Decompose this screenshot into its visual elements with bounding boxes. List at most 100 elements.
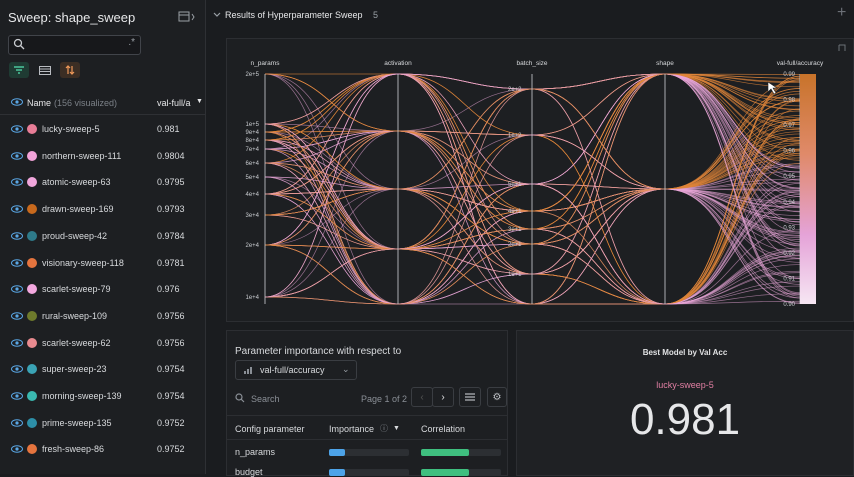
run-color-dot[interactable]: [27, 124, 37, 134]
run-name[interactable]: proud-sweep-42: [42, 231, 107, 241]
eye-icon[interactable]: [11, 418, 23, 427]
add-panel-icon[interactable]: +: [837, 4, 846, 22]
run-row[interactable]: rural-sweep-109 0.9756: [0, 304, 205, 330]
settings-button[interactable]: ⚙: [487, 387, 507, 407]
run-color-dot[interactable]: [27, 204, 37, 215]
run-color-dot[interactable]: [27, 337, 37, 348]
name-column-label[interactable]: Name: [27, 98, 51, 108]
run-row[interactable]: atomic-sweep-63 0.9795: [0, 170, 205, 196]
eye-icon[interactable]: [11, 231, 23, 240]
eye-icon[interactable]: [11, 392, 23, 400]
axis-title: activation: [384, 60, 412, 67]
run-color-dot[interactable]: [27, 257, 37, 268]
run-name[interactable]: prime-sweep-135: [42, 418, 112, 428]
columns-button[interactable]: [459, 387, 481, 407]
importance-header[interactable]: Importance: [329, 424, 374, 434]
config-parameter-header[interactable]: Config parameter: [235, 424, 305, 434]
run-row[interactable]: morning-sweep-139 0.9754: [0, 384, 205, 410]
correlation-header[interactable]: Correlation: [421, 424, 465, 434]
run-row[interactable]: prime-sweep-135 0.9752: [0, 411, 205, 437]
eye-icon[interactable]: [11, 285, 23, 293]
search-icon: [235, 393, 245, 403]
eye-icon[interactable]: [11, 178, 23, 187]
best-run-name[interactable]: lucky-sweep-5: [517, 380, 853, 390]
collapse-table-icon[interactable]: [178, 11, 196, 23]
importance-title: Parameter importance with respect to: [235, 346, 402, 357]
run-line[interactable]: [264, 123, 801, 305]
run-line[interactable]: [264, 123, 801, 305]
chevron-down-icon[interactable]: [213, 12, 221, 18]
next-page-button[interactable]: ›: [432, 387, 454, 407]
prev-page-button[interactable]: ‹: [411, 387, 433, 407]
eye-icon[interactable]: [11, 258, 23, 267]
run-line[interactable]: [264, 124, 801, 212]
best-model-panel: Best Model by Val Acc lucky-sweep-5 0.98…: [516, 330, 854, 476]
page-indicator: Page 1 of 2: [361, 394, 408, 404]
n-params-tick: 1e+5: [245, 122, 259, 128]
eye-icon[interactable]: [11, 98, 23, 106]
run-row[interactable]: drawn-sweep-169 0.9793: [0, 197, 205, 223]
run-row[interactable]: scarlet-sweep-79 0.976: [0, 277, 205, 303]
main-panel: Results of Hyperparameter Sweep 5 + n_pa…: [206, 0, 854, 477]
run-color-dot[interactable]: [27, 444, 37, 455]
axis-title: batch_size: [516, 60, 547, 67]
parallel-coordinates-chart[interactable]: n_params activation batch_size shape val-ful…: [227, 39, 853, 321]
run-name[interactable]: visionary-sweep-118: [42, 258, 124, 268]
sort-desc-icon[interactable]: ▼: [393, 425, 400, 432]
run-name[interactable]: super-sweep-23: [42, 364, 107, 374]
chevron-down-icon[interactable]: ▼: [196, 98, 203, 105]
run-name[interactable]: drawn-sweep-169: [42, 204, 114, 214]
run-line[interactable]: [264, 123, 801, 305]
run-color-dot[interactable]: [27, 284, 37, 295]
eye-icon[interactable]: [11, 312, 23, 320]
run-color-dot[interactable]: [27, 230, 37, 241]
eye-icon[interactable]: [11, 365, 23, 374]
eye-icon[interactable]: [11, 125, 23, 133]
filter-button[interactable]: [9, 62, 29, 78]
run-line[interactable]: [264, 123, 801, 305]
info-icon[interactable]: ⓘ: [380, 423, 388, 434]
run-color-dot[interactable]: [27, 310, 37, 321]
run-row[interactable]: lucky-sweep-5 0.981: [0, 117, 205, 143]
run-color-dot[interactable]: [27, 364, 37, 375]
run-name[interactable]: morning-sweep-139: [42, 391, 122, 401]
run-name[interactable]: scarlet-sweep-62: [42, 338, 111, 348]
run-row[interactable]: super-sweep-23 0.9754: [0, 357, 205, 383]
run-metric-value: 0.9795: [157, 177, 185, 188]
run-color-dot[interactable]: [27, 391, 37, 401]
run-row[interactable]: proud-sweep-42 0.9784: [0, 224, 205, 250]
run-name[interactable]: lucky-sweep-5: [42, 124, 100, 134]
run-row[interactable]: visionary-sweep-118 0.9781: [0, 251, 205, 277]
group-button[interactable]: [35, 62, 55, 78]
n-params-tick: 2e+4: [245, 243, 259, 249]
run-row[interactable]: scarlet-sweep-62 0.9756: [0, 331, 205, 357]
config-parameter-name: n_params: [235, 447, 276, 457]
section-title[interactable]: Results of Hyperparameter Sweep: [225, 10, 363, 20]
regex-toggle-icon[interactable]: .*: [128, 37, 135, 48]
run-color-dot[interactable]: [27, 150, 37, 161]
parallel-coordinates-panel[interactable]: n_params activation batch_size shape val-ful…: [226, 38, 854, 322]
sort-button[interactable]: [60, 62, 80, 78]
run-name[interactable]: scarlet-sweep-79: [42, 284, 111, 294]
importance-search-input[interactable]: Search: [251, 394, 280, 404]
run-color-dot[interactable]: [27, 177, 37, 188]
expand-icon[interactable]: [838, 44, 846, 51]
run-metric-value: 0.9804: [157, 150, 185, 161]
accuracy-tick: 0.95: [783, 174, 795, 180]
eye-icon[interactable]: [11, 205, 23, 213]
run-name[interactable]: rural-sweep-109: [42, 311, 107, 321]
eye-icon[interactable]: [11, 445, 23, 454]
run-search-input[interactable]: .*: [8, 35, 141, 55]
metric-select[interactable]: val-full/accuracy ⌄: [235, 360, 357, 380]
run-row[interactable]: fresh-sweep-86 0.9752: [0, 437, 205, 463]
run-name[interactable]: northern-sweep-111: [42, 151, 121, 161]
metric-column-label[interactable]: val-full/a: [157, 98, 191, 108]
run-line[interactable]: [264, 73, 801, 233]
run-row[interactable]: northern-sweep-111 0.9804: [0, 144, 205, 170]
run-color-dot[interactable]: [27, 417, 37, 428]
run-name[interactable]: atomic-sweep-63: [42, 177, 111, 187]
accuracy-colorbar[interactable]: [800, 74, 816, 304]
eye-icon[interactable]: [11, 338, 23, 347]
eye-icon[interactable]: [11, 151, 23, 160]
run-name[interactable]: fresh-sweep-86: [42, 444, 104, 454]
